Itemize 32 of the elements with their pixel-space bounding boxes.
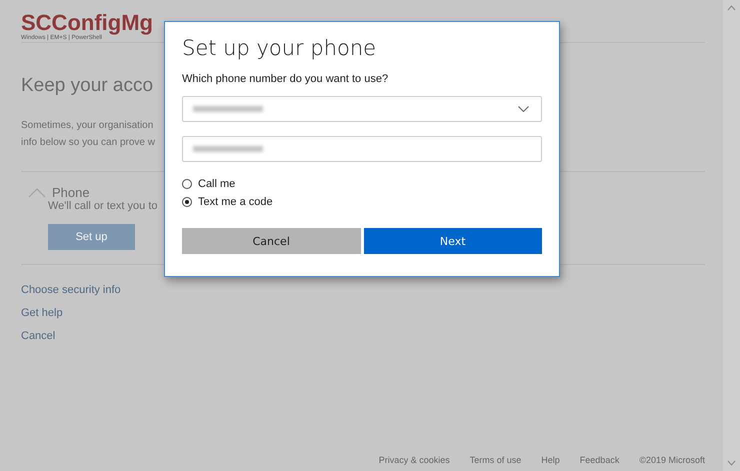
intro-text: info below so you can prove w xyxy=(21,136,155,150)
radio-label[interactable]: Text me a code xyxy=(198,196,273,208)
link[interactable]: Get help xyxy=(21,305,63,322)
method-title: Phone xyxy=(52,185,90,200)
question: Which phone number do you want to use? xyxy=(182,73,390,85)
scroll-down-icon[interactable] xyxy=(727,460,736,466)
setup-button[interactable]: Set up xyxy=(48,224,135,250)
radio-button[interactable] xyxy=(182,179,192,189)
redacted-value xyxy=(193,146,263,152)
dropdown-caret-icon xyxy=(518,106,529,112)
chevron-icon[interactable] xyxy=(28,188,46,198)
link[interactable]: Choose security info xyxy=(21,282,121,299)
intro-text: Sometimes, your organisation xyxy=(21,119,154,133)
radio-label[interactable]: Call me xyxy=(198,178,236,190)
method-description: We'll call or text you to xyxy=(48,200,158,212)
footer-link[interactable]: ©2019 Microsoft xyxy=(639,455,705,465)
phone-select[interactable] xyxy=(182,96,542,122)
next-button[interactable]: Next xyxy=(364,228,542,254)
footer-link[interactable]: Help xyxy=(541,455,560,465)
footer-link[interactable]: Feedback xyxy=(580,455,620,465)
footer-link[interactable]: Terms of use xyxy=(470,455,522,465)
page-heading: Keep your acco xyxy=(21,75,154,97)
dialog-title: Set up your phone xyxy=(182,36,378,60)
link[interactable]: Cancel xyxy=(21,328,56,345)
logo: SCConfigMg xyxy=(21,12,153,34)
cancel-button[interactable]: Cancel xyxy=(182,228,360,254)
footer-link[interactable]: Privacy & cookies xyxy=(378,455,450,465)
radio-button[interactable] xyxy=(182,197,192,207)
scrollbar[interactable] xyxy=(723,0,740,471)
scroll-up-icon[interactable] xyxy=(727,5,736,11)
phone-number-field[interactable] xyxy=(182,136,542,162)
redacted-value xyxy=(193,106,263,112)
